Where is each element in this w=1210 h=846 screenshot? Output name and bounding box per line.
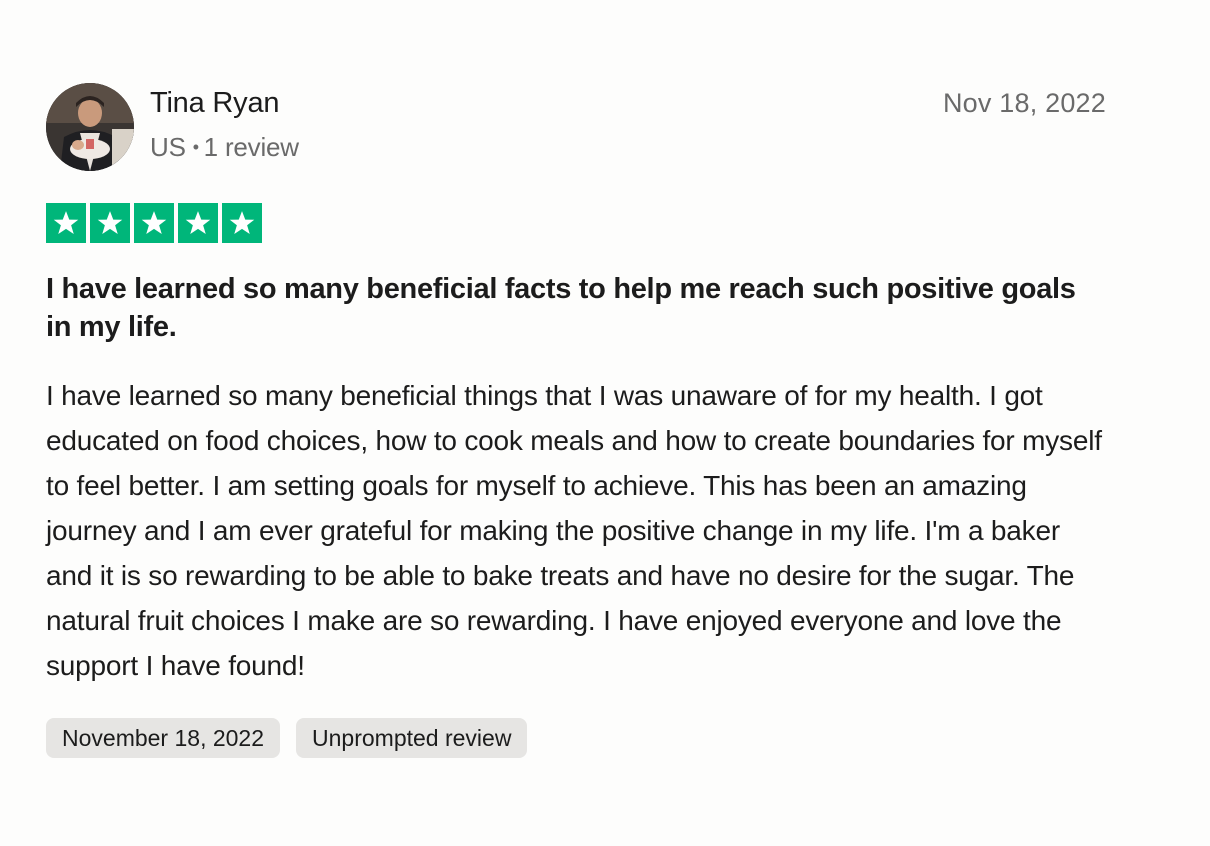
reviewer-review-count: 1 review	[203, 132, 299, 162]
meta-separator: •	[192, 137, 204, 157]
review-tags: November 18, 2022 Unprompted review	[46, 718, 1106, 758]
date-of-experience-tag: November 18, 2022	[46, 718, 281, 758]
star-rating	[46, 203, 1106, 243]
star-icon	[90, 203, 130, 243]
reviewer-name[interactable]: Tina Ryan	[150, 85, 299, 121]
review-title[interactable]: I have learned so many beneficial facts …	[46, 270, 1106, 346]
consumer-info: Tina Ryan US • 1 review	[150, 83, 299, 164]
review-card: Tina Ryan US • 1 review Nov 18, 2022 I h…	[46, 83, 1106, 758]
star-icon	[178, 203, 218, 243]
star-icon	[134, 203, 174, 243]
avatar[interactable]	[46, 83, 134, 171]
reviewer-meta: US • 1 review	[150, 130, 299, 164]
review-date: Nov 18, 2022	[942, 88, 1106, 118]
review-type-tag[interactable]: Unprompted review	[296, 718, 528, 758]
review-header: Tina Ryan US • 1 review Nov 18, 2022	[46, 83, 1106, 171]
review-body: I have learned so many beneficial things…	[46, 380, 1102, 681]
star-icon	[46, 203, 86, 243]
reviewer-country: US	[150, 132, 186, 162]
star-icon	[222, 203, 262, 243]
